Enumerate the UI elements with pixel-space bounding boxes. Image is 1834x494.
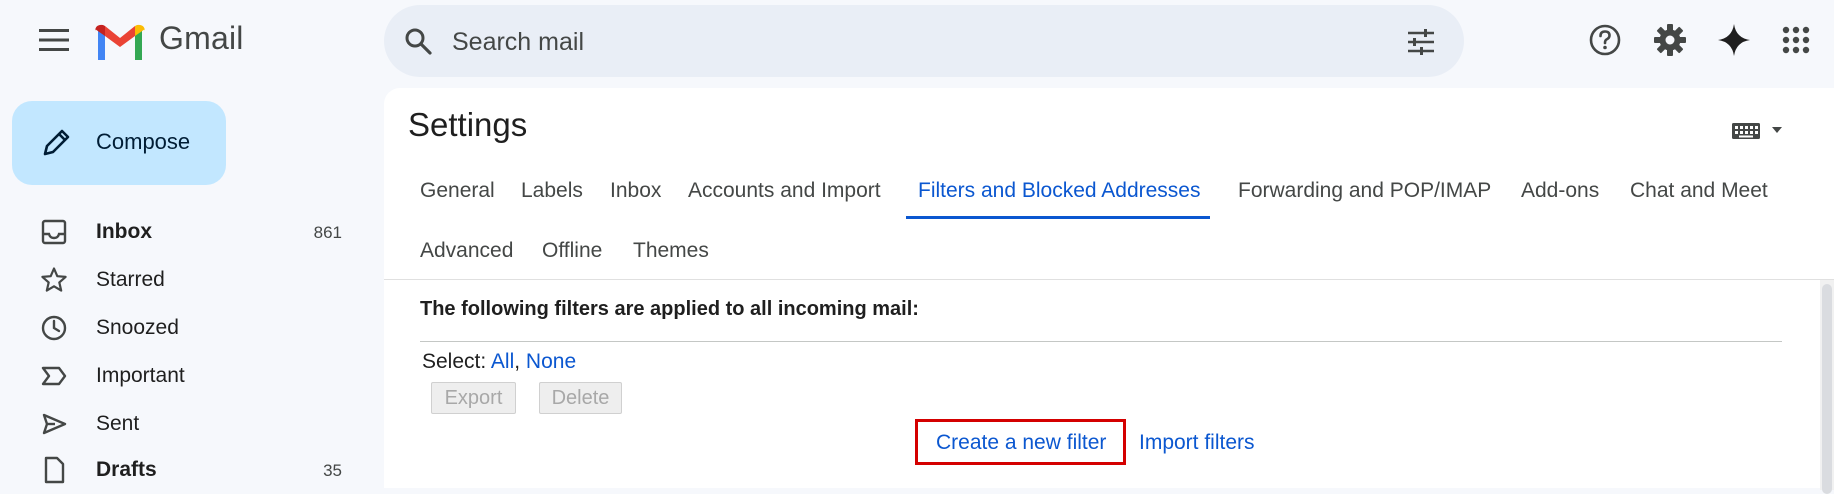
tab-labels[interactable]: Labels — [521, 179, 583, 203]
tab-forwarding-and-pop-imap[interactable]: Forwarding and POP/IMAP — [1238, 179, 1491, 203]
tab-accounts-and-import[interactable]: Accounts and Import — [688, 179, 881, 203]
hamburger-menu-icon — [39, 29, 69, 51]
apps-grid-icon — [1782, 26, 1810, 54]
compose-label: Compose — [96, 129, 191, 154]
tab-add-ons[interactable]: Add-ons — [1521, 179, 1599, 203]
gemini-button[interactable] — [1714, 20, 1754, 60]
select-none-link[interactable]: None — [526, 350, 576, 373]
gear-icon — [1654, 24, 1686, 56]
sidebar-item-label: Starred — [96, 268, 165, 291]
search-bar[interactable] — [384, 5, 1464, 77]
select-label: Select: — [422, 350, 487, 373]
unread-count: 861 — [313, 223, 342, 242]
tab-inbox[interactable]: Inbox — [610, 179, 661, 203]
tab-advanced[interactable]: Advanced — [420, 239, 513, 263]
active-tab-indicator — [906, 216, 1210, 219]
search-icon[interactable] — [404, 27, 432, 55]
tab-chat-and-meet[interactable]: Chat and Meet — [1630, 179, 1768, 203]
sidebar-item-sent[interactable]: Sent — [0, 402, 360, 446]
delete-button[interactable]: Delete — [539, 382, 622, 414]
tab-offline[interactable]: Offline — [542, 239, 602, 263]
tab-themes[interactable]: Themes — [633, 239, 709, 263]
sidebar-item-label: Snoozed — [96, 316, 179, 339]
sidebar-item-label: Sent — [96, 412, 140, 435]
star-icon — [41, 267, 67, 292]
tabs-divider — [384, 279, 1834, 280]
export-button[interactable]: Export — [431, 382, 516, 414]
sidebar-item-starred[interactable]: Starred — [0, 258, 360, 302]
settings-panel: Settings General Labels Inbox Accounts a… — [384, 88, 1834, 494]
select-all-link[interactable]: All — [491, 350, 514, 373]
sidebar-item-snoozed[interactable]: Snoozed — [0, 306, 360, 350]
send-icon — [42, 413, 67, 435]
select-row: Select: All, None — [422, 350, 576, 374]
sidebar-item-label: Important — [96, 364, 185, 387]
filters-heading: The following filters are applied to all… — [420, 298, 919, 320]
filters-divider — [420, 341, 1782, 342]
keyboard-input-tools-icon[interactable] — [1730, 118, 1790, 142]
pencil-icon — [43, 129, 70, 156]
brand-name[interactable]: Gmail — [159, 20, 244, 57]
sidebar-item-label: Inbox — [96, 220, 152, 243]
important-icon — [41, 366, 67, 386]
compose-button[interactable]: Compose — [12, 101, 226, 185]
search-input[interactable] — [450, 23, 1354, 61]
create-new-filter-link[interactable]: Create a new filter — [936, 431, 1106, 455]
clock-icon — [41, 315, 67, 341]
inbox-icon — [41, 219, 67, 245]
sidebar-item-drafts[interactable]: Drafts 35 — [0, 448, 360, 492]
select-separator: , — [514, 350, 521, 373]
scrollbar-thumb[interactable] — [1822, 284, 1832, 494]
settings-button[interactable] — [1650, 20, 1690, 60]
help-icon — [1589, 24, 1621, 56]
top-bar: Gmail — [0, 0, 1834, 82]
google-apps-button[interactable] — [1776, 20, 1816, 60]
sidebar-item-important[interactable]: Important — [0, 354, 360, 398]
page-title: Settings — [408, 106, 528, 143]
tab-general[interactable]: General — [420, 179, 495, 203]
sidebar-item-inbox[interactable]: Inbox 861 — [0, 210, 360, 254]
search-options-icon[interactable] — [1406, 27, 1436, 57]
sparkle-icon — [1718, 24, 1750, 56]
main-menu-button[interactable] — [34, 20, 74, 60]
support-button[interactable] — [1585, 20, 1625, 60]
sidebar-item-label: Drafts — [96, 458, 157, 481]
gmail-logo-icon[interactable] — [95, 22, 145, 60]
drafts-count: 35 — [323, 461, 342, 480]
tab-filters-and-blocked-addresses[interactable]: Filters and Blocked Addresses — [918, 179, 1200, 203]
import-filters-link[interactable]: Import filters — [1139, 431, 1255, 455]
